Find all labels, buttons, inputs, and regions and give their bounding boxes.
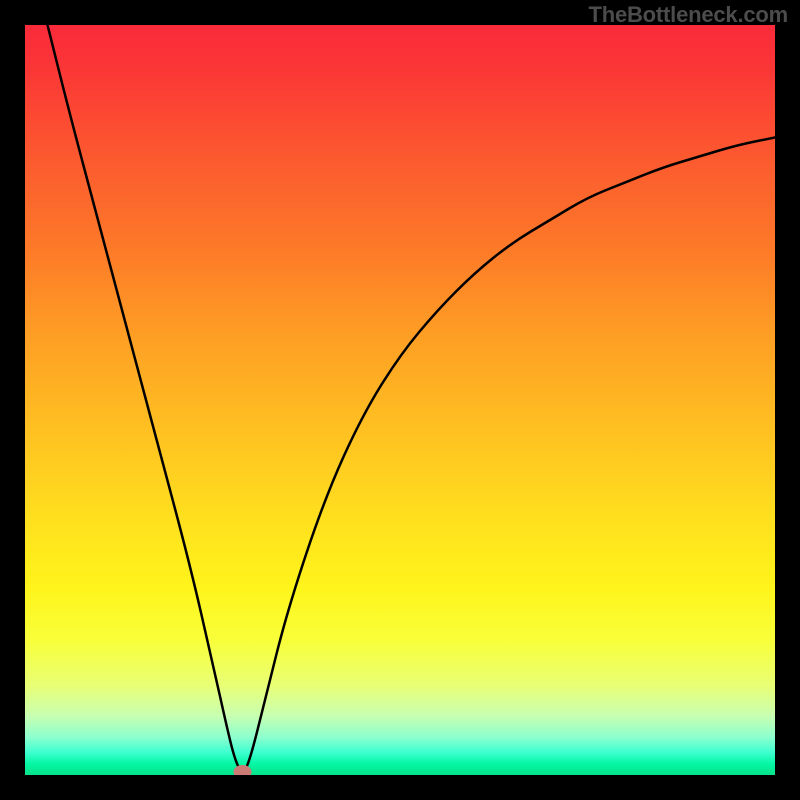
minimum-marker [234, 765, 252, 775]
curve-svg [25, 25, 775, 775]
plot-area [25, 25, 775, 775]
bottleneck-curve [48, 25, 776, 771]
chart-frame: TheBottleneck.com [0, 0, 800, 800]
